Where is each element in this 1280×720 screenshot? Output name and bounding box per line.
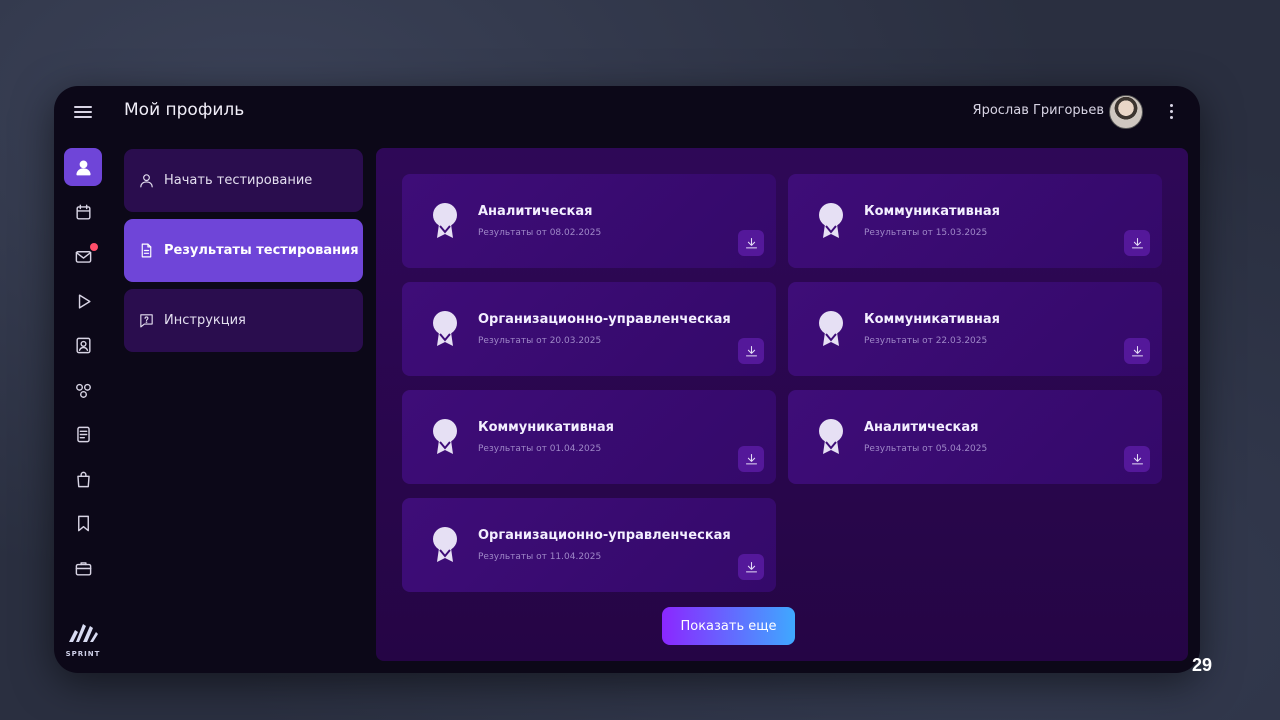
download-button[interactable] [738,338,764,364]
download-icon [1131,237,1143,248]
mail-icon[interactable] [64,237,102,275]
help-icon [140,314,153,328]
medal-icon [433,311,457,346]
profile-icon[interactable] [64,148,102,186]
result-date: Результаты от 05.04.2025 [864,444,988,454]
document-icon[interactable] [64,415,102,453]
medal-icon [819,419,843,454]
user-name[interactable]: Ярослав Григорьев [973,103,1104,118]
download-icon [745,453,757,464]
result-title: Организационно-управленческая [478,312,731,327]
circles-icon[interactable] [64,371,102,409]
more-options-icon[interactable] [1168,101,1174,121]
menu-instructions[interactable]: Инструкция [124,289,363,352]
app-window: Мой профиль Ярослав Григорьев SPRINT Нач… [54,86,1200,673]
download-icon [1131,453,1143,464]
download-icon [745,561,757,572]
menu-item-label: Инструкция [164,313,246,328]
result-date: Результаты от 20.03.2025 [478,336,602,346]
result-date: Результаты от 08.02.2025 [478,228,602,238]
results-panel: Аналитическая Результаты от 08.02.2025 К… [376,148,1188,661]
play-icon[interactable] [64,282,102,320]
result-date: Результаты от 22.03.2025 [864,336,988,346]
result-title: Организационно-управленческая [478,528,731,543]
download-button[interactable] [1124,446,1150,472]
download-icon [1131,345,1143,356]
notification-dot [90,243,98,251]
contact-icon[interactable] [64,326,102,364]
file-icon [141,243,152,258]
bookmark-icon[interactable] [64,504,102,542]
download-button[interactable] [738,446,764,472]
bag-icon[interactable] [64,460,102,498]
medal-icon [433,419,457,454]
sprint-logo: SPRINT [64,622,102,658]
medal-icon [819,311,843,346]
medal-icon [433,203,457,238]
medal-icon [433,527,457,562]
result-title: Коммуникативная [864,204,1000,219]
hamburger-menu-icon[interactable] [74,103,92,119]
page-title: Мой профиль [124,100,245,120]
result-card[interactable]: Коммуникативная Результаты от 01.04.2025 [402,390,776,484]
result-title: Аналитическая [864,420,979,435]
result-card[interactable]: Аналитическая Результаты от 08.02.2025 [402,174,776,268]
download-button[interactable] [1124,230,1150,256]
result-date: Результаты от 11.04.2025 [478,552,602,562]
result-title: Коммуникативная [478,420,614,435]
download-button[interactable] [738,230,764,256]
result-card[interactable]: Коммуникативная Результаты от 22.03.2025 [788,282,1162,376]
download-button[interactable] [738,554,764,580]
sprint-logo-icon [69,624,98,642]
avatar[interactable] [1109,95,1143,129]
user-icon [140,174,153,188]
briefcase-icon[interactable] [64,549,102,587]
result-date: Результаты от 15.03.2025 [864,228,988,238]
calendar-icon[interactable] [64,193,102,231]
menu-item-label: Начать тестирование [164,173,313,188]
menu-test-results[interactable]: Результаты тестирования [124,219,363,282]
download-icon [745,345,757,356]
result-card[interactable]: Аналитическая Результаты от 05.04.2025 [788,390,1162,484]
menu-start-testing[interactable]: Начать тестирование [124,149,363,212]
result-title: Аналитическая [478,204,593,219]
result-card[interactable]: Организационно-управленческая Результаты… [402,282,776,376]
download-icon [745,237,757,248]
slide-number: 29 [1192,655,1213,675]
menu-item-label: Результаты тестирования [164,243,359,258]
medal-icon [819,203,843,238]
result-card[interactable]: Коммуникативная Результаты от 15.03.2025 [788,174,1162,268]
result-card[interactable]: Организационно-управленческая Результаты… [402,498,776,592]
show-more-button[interactable]: Показать еще [662,607,795,645]
logo-text: SPRINT [65,650,101,658]
result-date: Результаты от 01.04.2025 [478,444,602,454]
result-title: Коммуникативная [864,312,1000,327]
download-button[interactable] [1124,338,1150,364]
